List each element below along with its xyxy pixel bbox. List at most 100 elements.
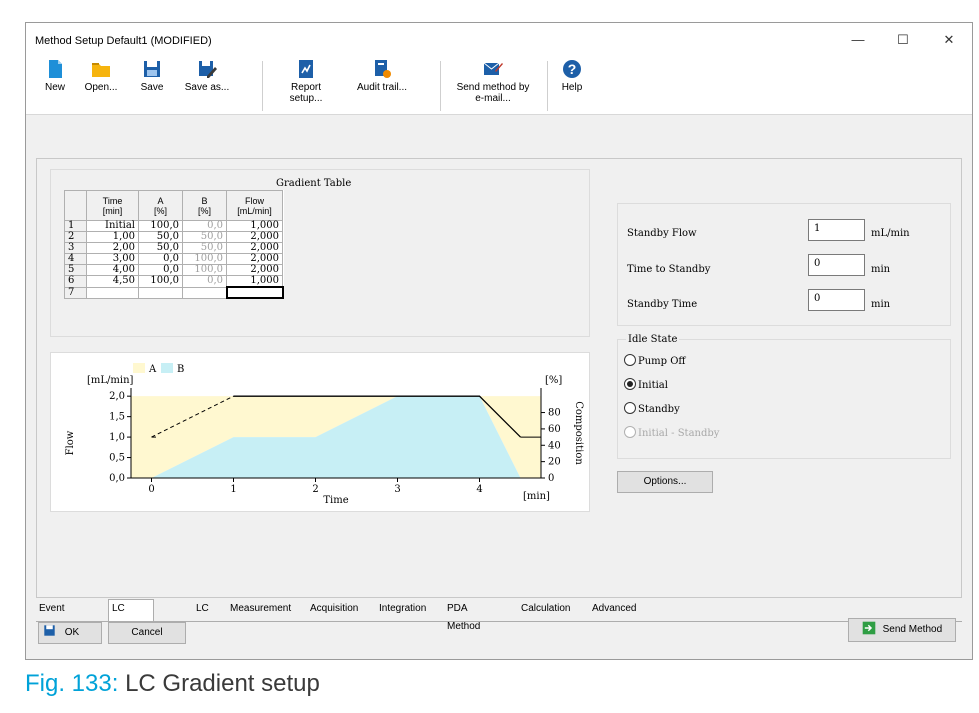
column-header-time: Time [min]	[86, 190, 139, 221]
options-button[interactable]: Options...	[617, 471, 713, 493]
radio-label: Pump Off	[638, 356, 686, 367]
new-label: New	[44, 82, 65, 93]
table-row[interactable]: 4 3,00 0,0 100,0 2,000	[64, 253, 283, 265]
tab-advanced[interactable]: Advanced	[589, 600, 639, 618]
table-row[interactable]: 5 4,00 0,0 100,0 2,000	[64, 264, 283, 276]
left-axis-label: Flow	[65, 430, 76, 455]
report-setup-button[interactable]: Report setup...	[275, 59, 337, 104]
cell-a[interactable]: 100,0	[138, 275, 183, 288]
cell-b[interactable]	[182, 286, 227, 299]
figure-text: LC Gradient setup	[125, 670, 320, 697]
toolbar-separator	[262, 61, 263, 111]
legend-swatch-a	[133, 363, 145, 373]
standby-time-label: Standby Time	[627, 299, 698, 310]
cell-a[interactable]: 50,0	[138, 242, 183, 254]
idle-state-group: Idle State Pump Off Initial Standby Init…	[617, 334, 951, 459]
cell-flow[interactable]: 2,000	[226, 253, 283, 265]
cell-flow[interactable]: 2,000	[226, 242, 283, 254]
standby-group: Standby Flow 1 mL/min Time to Standby 0 …	[617, 203, 951, 326]
lc-gradient-panel: Gradient Table Time [min] A [%] B [%] Flow[…	[36, 158, 962, 598]
cell-time[interactable]: 4,50	[86, 275, 139, 288]
row-number: 1	[64, 220, 87, 232]
row-number-header	[64, 190, 87, 221]
method-setup-window: Method Setup Default1 (MODIFIED) — ☐ ✕ N…	[25, 22, 973, 660]
x-tick-label: 1	[230, 484, 236, 495]
save-as-button[interactable]: Save as...	[184, 59, 230, 93]
save-button[interactable]: Save	[137, 59, 167, 93]
right-tick-label: 40	[548, 440, 561, 451]
tab-lc[interactable]: LC	[193, 600, 212, 618]
open-button[interactable]: Open...	[81, 59, 121, 93]
ok-label: OK	[64, 627, 80, 638]
help-button[interactable]: ? Help	[557, 59, 587, 93]
standby-flow-input[interactable]: 1	[808, 219, 865, 241]
standby-time-input[interactable]: 0	[808, 289, 865, 311]
radio-circle-icon	[624, 402, 636, 414]
close-button[interactable]: ✕	[929, 29, 969, 51]
table-header-row: Time [min] A [%] B [%] Flow [mL/min]	[64, 190, 283, 221]
cell-b: 0,0	[182, 275, 227, 288]
tab-pda-method[interactable]: PDA Method	[444, 600, 483, 636]
figure-caption: Fig. 133: LC Gradient setup	[25, 670, 320, 698]
idle-state-title: Idle State	[626, 334, 680, 345]
cell-flow[interactable]: 1,000	[226, 275, 283, 288]
standby-time-unit: min	[871, 299, 891, 310]
radio-initial-standby: Initial - Standby	[624, 426, 719, 439]
table-row[interactable]: 6 4,50 100,0 0,0 1,000	[64, 275, 283, 288]
cell-flow[interactable]: 1,000	[226, 220, 283, 232]
tab-calculation[interactable]: Calculation	[518, 600, 573, 618]
radio-label: Initial - Standby	[638, 428, 720, 439]
cell-b: 100,0	[182, 264, 227, 276]
radio-initial[interactable]: Initial	[624, 378, 668, 391]
right-tick-label: 60	[548, 424, 561, 435]
left-tick-label: 1,0	[109, 432, 125, 443]
cell-time[interactable]: 1,00	[86, 231, 139, 243]
left-tick-label: 2,0	[109, 391, 125, 402]
left-tick-label: 0,5	[109, 453, 125, 464]
audit-trail-button[interactable]: Audit trail...	[354, 59, 410, 93]
tab-measurement[interactable]: Measurement	[227, 600, 294, 618]
tab-lc-gradient[interactable]: LC Gradient	[108, 599, 155, 632]
send-method-label-line1: Send method by	[456, 82, 530, 93]
cell-a[interactable]: 50,0	[138, 231, 183, 243]
cell-time[interactable]: Initial	[86, 220, 139, 232]
maximize-button[interactable]: ☐	[883, 29, 923, 51]
cell-time[interactable]: 2,00	[86, 242, 139, 254]
cell-time[interactable]	[86, 286, 139, 299]
cell-flow-selected[interactable]	[225, 286, 284, 299]
send-method-button[interactable]: Send Method	[848, 618, 956, 642]
gradient-table[interactable]: Time [min] A [%] B [%] Flow [mL/min] 1 Initia…	[64, 190, 284, 299]
cell-a[interactable]: 0,0	[138, 253, 183, 265]
radio-standby[interactable]: Standby	[624, 402, 680, 415]
gradient-table-title: Gradient Table	[276, 178, 352, 189]
send-arrow-icon	[862, 621, 876, 635]
save-label: Save	[140, 82, 164, 93]
new-button[interactable]: New	[40, 59, 70, 93]
tab-integration[interactable]: Integration	[376, 600, 429, 618]
toolbar-separator	[440, 61, 441, 111]
send-method-email-button[interactable]: Send method by e-mail...	[450, 59, 536, 104]
cell-a[interactable]	[138, 286, 183, 299]
cell-a[interactable]: 0,0	[138, 264, 183, 276]
cell-time[interactable]: 3,00	[86, 253, 139, 265]
radio-pump-off[interactable]: Pump Off	[624, 354, 686, 367]
cancel-button[interactable]: Cancel	[108, 622, 186, 644]
cell-time[interactable]: 4,00	[86, 264, 139, 276]
cell-b: 50,0	[182, 231, 227, 243]
gradient-chart-svg: 0,0 0,5 1,0 1,5 2,0 0 20 40 60 80 0 1 2 3 4 [mL/min] [%]…	[65, 363, 584, 506]
cell-a[interactable]: 100,0	[138, 220, 183, 232]
time-to-standby-input[interactable]: 0	[808, 254, 865, 276]
right-axis-label: Composition	[573, 401, 584, 465]
tab-acquisition[interactable]: Acquisition	[307, 600, 361, 618]
table-row[interactable]: 2 1,00 50,0 50,0 2,000	[64, 231, 283, 243]
ok-button[interactable]: OK	[38, 622, 102, 644]
cell-flow[interactable]: 2,000	[226, 264, 283, 276]
cell-flow[interactable]: 2,000	[226, 231, 283, 243]
title-bar: Method Setup Default1 (MODIFIED) — ☐ ✕	[26, 23, 972, 55]
table-row[interactable]: 7	[64, 286, 284, 299]
table-row[interactable]: 3 2,00 50,0 50,0 2,000	[64, 242, 283, 254]
minimize-button[interactable]: —	[838, 29, 878, 51]
table-row[interactable]: 1 Initial 100,0 0,0 1,000	[64, 220, 283, 232]
open-label: Open...	[84, 82, 118, 93]
radio-circle-icon	[624, 426, 636, 438]
